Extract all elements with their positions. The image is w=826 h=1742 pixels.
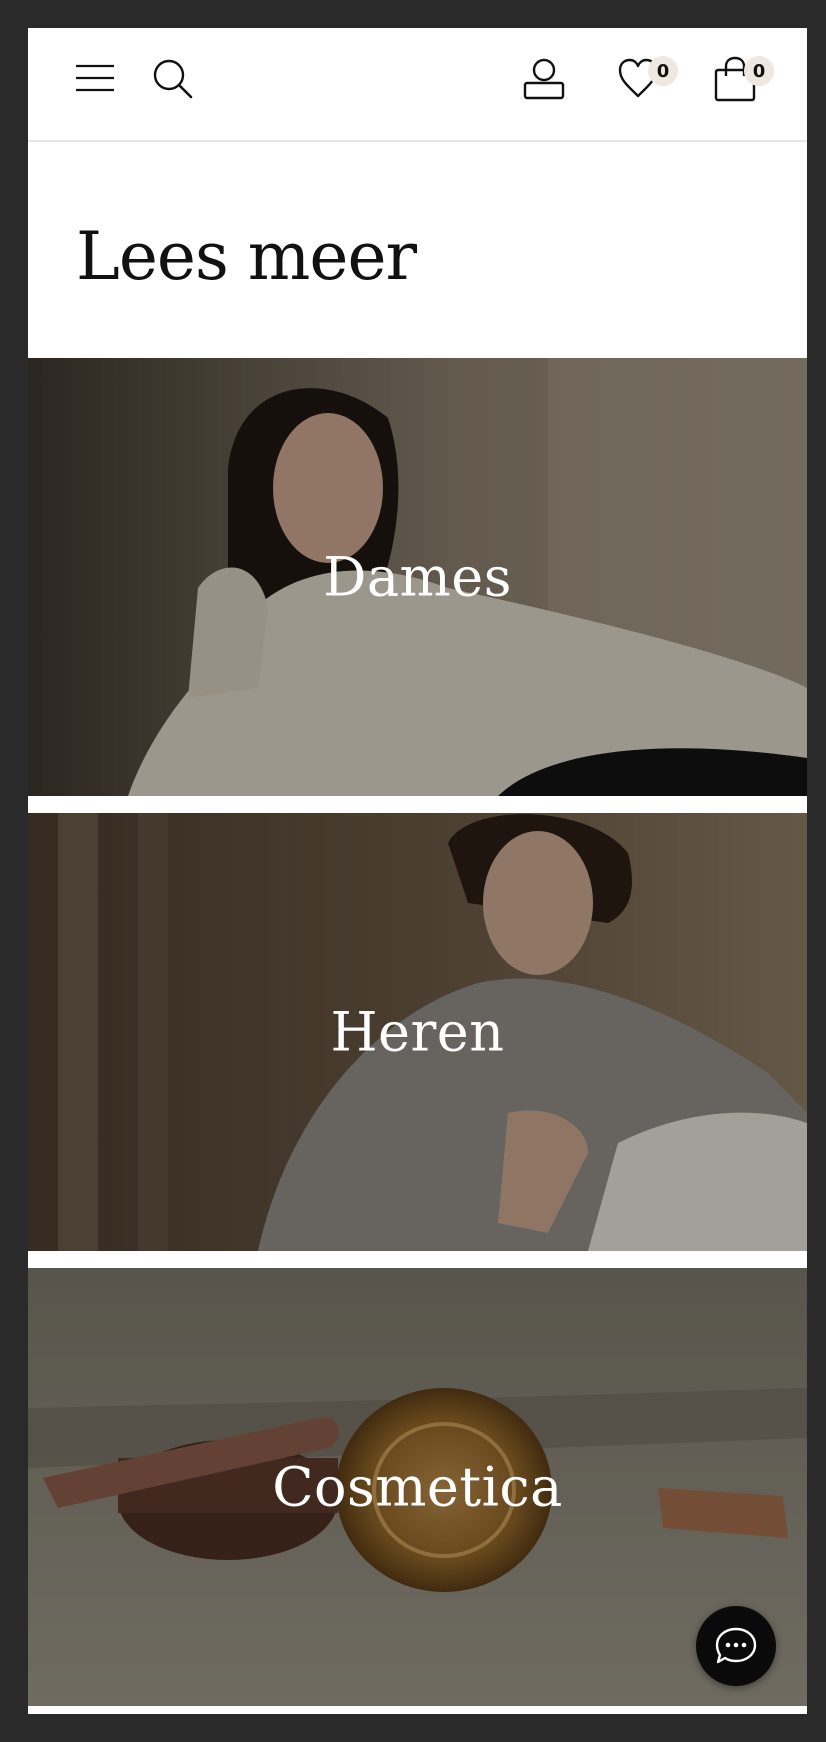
cart-count-badge: 0: [744, 56, 774, 86]
category-label: Dames: [323, 545, 512, 609]
category-label: Heren: [330, 1000, 505, 1064]
site-header: 0 0: [28, 28, 807, 142]
page-title: Lees meer: [76, 218, 417, 295]
search-icon: [153, 59, 193, 99]
page: 0 0 Lees meer Dames Heren Cosmetica: [28, 28, 807, 1714]
page-bottom-edge: [28, 1706, 807, 1714]
category-tile-heren[interactable]: Heren: [28, 813, 807, 1251]
hamburger-menu-icon: [76, 64, 114, 92]
chat-bubble-icon: [715, 1627, 757, 1664]
wishlist-count-badge: 0: [648, 56, 678, 86]
search-button[interactable]: [152, 58, 194, 100]
wishlist-button[interactable]: 0: [618, 56, 708, 108]
category-tile-dames[interactable]: Dames: [28, 358, 807, 796]
cart-button[interactable]: 0: [714, 56, 804, 106]
menu-button[interactable]: [75, 62, 115, 94]
category-tile-cosmetica[interactable]: Cosmetica: [28, 1268, 807, 1706]
category-label: Cosmetica: [272, 1455, 563, 1519]
user-icon: [523, 58, 565, 100]
chat-button[interactable]: [696, 1606, 776, 1686]
account-button[interactable]: [522, 58, 566, 102]
